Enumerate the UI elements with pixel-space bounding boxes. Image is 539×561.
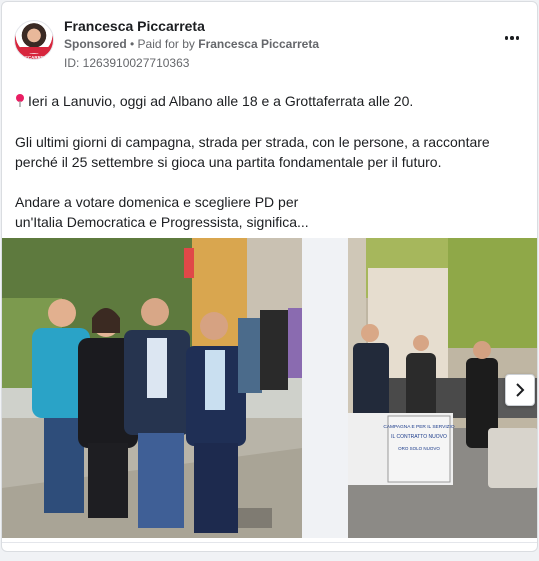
paragraph-3: Andare a votare domenica e scegliere PD …: [15, 194, 309, 230]
pin-icon: [15, 94, 25, 109]
banner-text-1: CAMPAGNA E PER IL SERVIZIO: [383, 424, 455, 430]
paragraph-1: Ieri a Lanuvio, oggi ad Albano alle 18 e…: [15, 91, 527, 112]
sponsored-label: Sponsored: [64, 37, 127, 51]
sponsor-line: Sponsored • Paid for by Francesca Piccar…: [64, 37, 319, 51]
image-carousel: CAMPAGNA E PER IL SERVIZIO IL CONTRATTO …: [2, 238, 537, 538]
author-name[interactable]: Francesca Piccarreta: [64, 18, 205, 34]
avatar-tag: PICCARRETA: [19, 47, 51, 59]
post-header: PICCARRETA Francesca Piccarreta Sponsore…: [14, 16, 529, 76]
ad-card: PICCARRETA Francesca Piccarreta Sponsore…: [1, 1, 538, 552]
banner-text-3: ORO SOLO NUOVO: [398, 446, 440, 451]
chevron-right-icon[interactable]: [505, 374, 535, 406]
payer-name[interactable]: Francesca Piccarreta: [198, 37, 319, 51]
ad-id: ID: 1263910027710363: [64, 56, 190, 70]
carousel-gap: [302, 238, 348, 538]
avatar-label: PICCARRETA: [20, 55, 50, 60]
banner-text-2: IL CONTRATTO NUOVO: [391, 434, 447, 440]
post-text: Ieri a Lanuvio, oggi ad Albano alle 18 e…: [15, 91, 527, 232]
divider: [2, 542, 537, 543]
avatar[interactable]: PICCARRETA: [14, 20, 54, 60]
paid-for-prefix: • Paid for by: [126, 37, 199, 51]
carousel-image-group-photo[interactable]: [2, 238, 302, 538]
paragraph-2: Gli ultimi giorni di campagna, strada pe…: [15, 134, 494, 170]
more-options-icon[interactable]: [501, 30, 523, 46]
